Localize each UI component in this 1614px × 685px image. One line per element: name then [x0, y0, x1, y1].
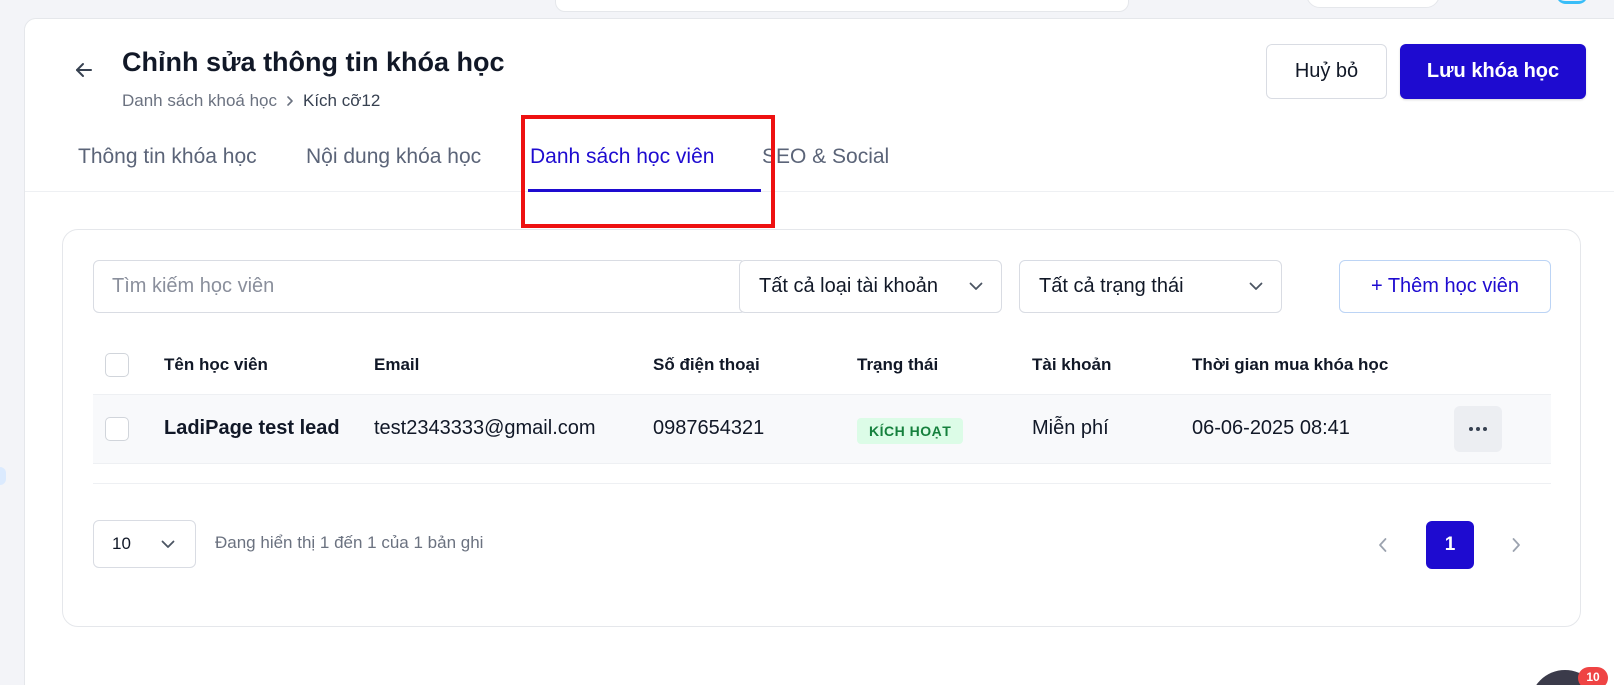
breadcrumb: Danh sách khoá học Kích cỡ12	[122, 91, 380, 111]
student-phone: 0987654321	[653, 417, 765, 439]
pagination-summary: Đang hiển thị 1 đến 1 của 1 bản ghi	[215, 533, 484, 552]
back-arrow-icon[interactable]	[71, 57, 97, 83]
row-actions-button[interactable]	[1454, 406, 1502, 452]
column-header: Email	[374, 355, 420, 374]
tab-seo-social[interactable]: SEO & Social	[762, 141, 889, 192]
student-search-input[interactable]	[93, 260, 746, 313]
account-type: Miễn phí	[1032, 417, 1109, 439]
tab-course-content[interactable]: Nội dung khóa học	[306, 141, 481, 192]
notification-badge: 10	[1578, 667, 1608, 685]
topbar-pill[interactable]	[1306, 0, 1440, 8]
purchase-time: 06-06-2025 08:41	[1192, 417, 1350, 439]
tab-course-info[interactable]: Thông tin khóa học	[78, 141, 257, 192]
account-type-select[interactable]: Tất cả loại tài khoản	[739, 260, 1002, 313]
student-name: LadiPage test lead	[164, 417, 340, 439]
column-header: Thời gian mua khóa học	[1192, 355, 1389, 374]
chevron-down-icon	[1249, 282, 1263, 291]
save-course-button[interactable]: Lưu khóa học	[1400, 44, 1586, 99]
topbar-search[interactable]	[555, 0, 1129, 12]
account-type-value: Tất cả loại tài khoản	[759, 275, 938, 297]
status-value: Tất cả trạng thái	[1039, 275, 1184, 297]
breadcrumb-current: Kích cỡ12	[303, 91, 381, 110]
chevron-left-icon[interactable]	[1368, 530, 1398, 560]
students-card: Tất cả loại tài khoản Tất cả trạng thái …	[62, 229, 1581, 627]
add-student-button[interactable]: + Thêm học viên	[1339, 260, 1551, 313]
chevron-down-icon	[161, 540, 175, 549]
page-size-value: 10	[112, 534, 131, 553]
chevron-down-icon	[969, 282, 983, 291]
chevron-right-icon	[285, 95, 295, 107]
table-divider	[93, 483, 1551, 484]
status-badge: KÍCH HOẠT	[857, 418, 964, 444]
status-select[interactable]: Tất cả trạng thái	[1019, 260, 1282, 313]
column-header: Tài khoản	[1032, 355, 1112, 374]
chevron-right-icon[interactable]	[1501, 530, 1531, 560]
page-size-select[interactable]: 10	[93, 520, 196, 568]
breadcrumb-parent-link[interactable]: Danh sách khoá học	[122, 91, 277, 111]
page-header: Chỉnh sửa thông tin khóa học Danh sách k…	[25, 19, 1614, 228]
sidebar-edge-indicator	[0, 467, 6, 485]
student-email: test2343333@gmail.com	[374, 417, 596, 439]
annotation-highlight-box	[521, 115, 775, 228]
cancel-button[interactable]: Huỷ bỏ	[1266, 44, 1387, 99]
row-checkbox[interactable]	[105, 417, 129, 441]
pagination-page-button[interactable]: 1	[1426, 521, 1474, 569]
main-panel: Chỉnh sửa thông tin khóa học Danh sách k…	[24, 18, 1614, 685]
page-title: Chỉnh sửa thông tin khóa học	[122, 47, 505, 77]
more-horizontal-icon	[1469, 427, 1487, 431]
column-header: Tên học viên	[164, 355, 268, 374]
tab-bar: Thông tin khóa học Nội dung khóa học Dan…	[25, 141, 1614, 192]
column-header: Trạng thái	[857, 355, 939, 374]
table-header: Tên học viên Email Số điện thoại Trạng t…	[93, 335, 1551, 394]
table-row[interactable]: LadiPage test lead test2343333@gmail.com…	[93, 394, 1551, 464]
select-all-checkbox[interactable]	[105, 353, 129, 377]
column-header: Số điện thoại	[653, 355, 760, 374]
app-logo	[1556, 0, 1588, 4]
